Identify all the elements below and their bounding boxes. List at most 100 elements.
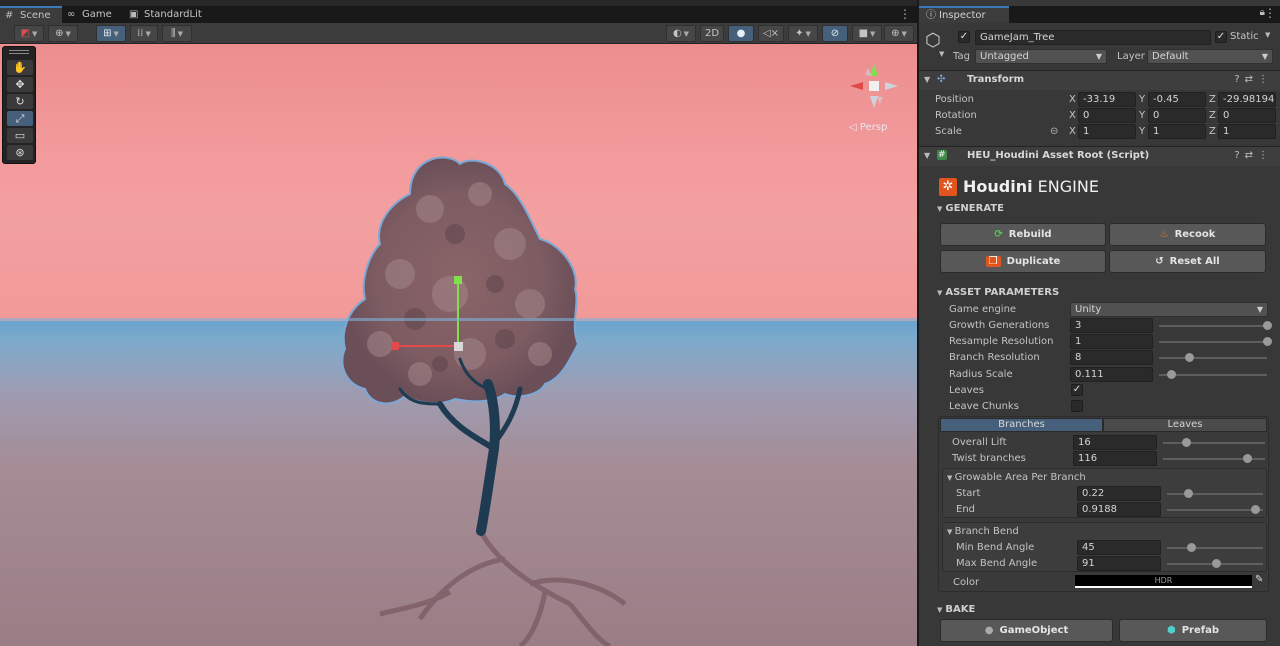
- more-options-icon[interactable]: ⋮: [899, 7, 911, 21]
- leave-chunks-label: Leave Chunks: [949, 401, 1019, 412]
- scale-tool[interactable]: ⤢: [7, 111, 33, 126]
- rotate-tool[interactable]: ↻: [7, 94, 33, 109]
- game-engine-dropdown[interactable]: Unity ▼: [1070, 302, 1268, 317]
- asset-param-field[interactable]: 8: [1070, 350, 1153, 366]
- growable-param-slider[interactable]: [1167, 509, 1263, 512]
- growable-param-field[interactable]: 0.22: [1077, 486, 1161, 501]
- asset-param-slider-knob[interactable]: [1263, 321, 1272, 330]
- chevron-down-icon[interactable]: ▼: [939, 50, 944, 58]
- reset-all-button[interactable]: ↺ Reset All: [1109, 250, 1266, 273]
- tab-inspector[interactable]: ⓘ Inspector: [919, 6, 1009, 23]
- game-engine-label: Game engine: [949, 304, 1017, 315]
- palette-grip[interactable]: [9, 50, 29, 54]
- branch-param-field[interactable]: 116: [1073, 451, 1157, 467]
- branch-bend-title[interactable]: ▼ Branch Bend: [947, 526, 1019, 537]
- leaves-checkbox[interactable]: ✓: [1071, 384, 1083, 396]
- leave-chunks-checkbox[interactable]: [1071, 400, 1083, 412]
- hand-tool[interactable]: ✋: [7, 60, 33, 75]
- asset-parameters-section[interactable]: ▼ ASSET PARAMETERS: [937, 287, 1059, 298]
- tab-scene-label: Scene: [20, 10, 51, 21]
- orientation-gizmo[interactable]: [846, 58, 902, 114]
- increment-snap-dropdown[interactable]: ⫼ ▼: [162, 25, 192, 42]
- scale-x-field[interactable]: 1: [1078, 124, 1136, 139]
- scene-visibility-toggle[interactable]: ⊘: [822, 25, 848, 42]
- scale-z-field[interactable]: 1: [1218, 124, 1276, 139]
- bend-param-slider-knob[interactable]: [1187, 543, 1196, 552]
- bake-section[interactable]: ▼ BAKE: [937, 604, 975, 615]
- growable-area-title[interactable]: ▼ Growable Area Per Branch: [947, 472, 1086, 483]
- render-mode-dropdown[interactable]: ⊕ ▼: [48, 25, 78, 42]
- active-checkbox[interactable]: ✓: [958, 31, 970, 43]
- tab-standardlit[interactable]: ▣ StandardLit: [124, 6, 208, 23]
- camera-dropdown[interactable]: ■ ▼: [852, 25, 882, 42]
- bend-param-field[interactable]: 45: [1077, 540, 1161, 555]
- rotation-y-field[interactable]: 0: [1148, 108, 1206, 123]
- bake-prefab-button[interactable]: ⬢ Prefab: [1119, 619, 1267, 642]
- duplicate-button[interactable]: ❐ Duplicate: [940, 250, 1106, 273]
- rotation-x-field[interactable]: 0: [1078, 108, 1136, 123]
- rebuild-button[interactable]: ⟳ Rebuild: [940, 223, 1106, 246]
- transform-header[interactable]: ▼ ✣ Transform ?⇄⋮: [919, 70, 1280, 90]
- asset-param-slider-knob[interactable]: [1185, 353, 1195, 363]
- asset-param-field[interactable]: 3: [1070, 318, 1153, 333]
- component-icons[interactable]: ?⇄⋮: [1234, 74, 1273, 85]
- scene-viewport[interactable]: ✋ ✥ ↻ ⤢ ▭ ⊛ ◁ Persp: [0, 44, 917, 646]
- growable-param-slider[interactable]: [1167, 493, 1263, 495]
- asset-param-slider-knob[interactable]: [1263, 337, 1272, 347]
- bake-gameobject-button[interactable]: ● GameObject: [940, 619, 1113, 642]
- more-options-icon[interactable]: ⋮: [1264, 6, 1276, 20]
- position-y-field[interactable]: -0.45: [1148, 92, 1206, 107]
- move-tool[interactable]: ✥: [7, 77, 33, 92]
- draw-mode-dropdown[interactable]: ◩ ▼: [14, 25, 44, 42]
- asset-param-field[interactable]: 0.111: [1070, 366, 1153, 382]
- tag-dropdown[interactable]: Untagged ▼: [975, 49, 1107, 64]
- branch-param-slider-knob[interactable]: [1242, 454, 1252, 464]
- houdini-engine-logo: Houdini ENGINE: [963, 177, 1099, 196]
- asset-param-slider[interactable]: [1159, 325, 1267, 327]
- generate-section[interactable]: ▼ GENERATE: [937, 203, 1004, 214]
- static-dropdown-arrow[interactable]: ▼: [1265, 31, 1270, 39]
- script-header[interactable]: ▼ # HEU_Houdini Asset Root (Script) ?⇄⋮: [919, 146, 1280, 166]
- shading-mode-dropdown[interactable]: ◐ ▼: [666, 25, 696, 42]
- scale-y-field[interactable]: 1: [1148, 124, 1206, 139]
- bend-param-slider[interactable]: [1167, 547, 1263, 549]
- eyedropper-icon[interactable]: ✎: [1255, 574, 1263, 585]
- rect-tool[interactable]: ▭: [7, 128, 33, 143]
- branch-param-field[interactable]: 16: [1073, 435, 1157, 450]
- logo-rest: ENGINE: [1032, 177, 1099, 196]
- tab-game[interactable]: ∞ Game: [62, 6, 124, 23]
- lighting-toggle-button[interactable]: ●: [728, 25, 754, 42]
- recook-button[interactable]: ♨ Recook: [1109, 223, 1266, 246]
- grid-snap-dropdown[interactable]: ⊞ ▼: [96, 25, 126, 42]
- color-swatch[interactable]: HDR: [1075, 575, 1252, 588]
- tab-scene[interactable]: # Scene: [0, 6, 62, 23]
- position-x-field[interactable]: -33.19: [1078, 92, 1136, 107]
- fold-arrow-icon: ▼: [937, 606, 943, 614]
- growable-param-label: Start: [956, 488, 981, 499]
- rotate-icon: ↻: [15, 95, 25, 108]
- asset-param-slider-knob[interactable]: [1166, 369, 1176, 379]
- gizmos-dropdown[interactable]: ⊕ ▼: [884, 25, 914, 42]
- grid-visibility-dropdown[interactable]: ⁞⁞ ▼: [130, 25, 158, 42]
- layer-dropdown[interactable]: Default ▼: [1147, 49, 1273, 64]
- asset-param-slider[interactable]: [1159, 357, 1267, 360]
- effects-dropdown[interactable]: ✦ ▼: [788, 25, 818, 42]
- rotation-z-field[interactable]: 0: [1218, 108, 1276, 123]
- toggle-2d-button[interactable]: 2D: [700, 25, 724, 42]
- asset-param-field[interactable]: 1: [1070, 334, 1153, 350]
- link-icon[interactable]: ⊝: [1050, 126, 1058, 137]
- static-checkbox[interactable]: ✓: [1215, 31, 1227, 43]
- branch-param-slider[interactable]: [1163, 442, 1265, 444]
- position-z-field[interactable]: -29.98194: [1218, 92, 1276, 107]
- asset-param-slider[interactable]: [1159, 341, 1267, 344]
- tab-branches[interactable]: Branches: [940, 418, 1103, 432]
- color-hdr-label: HDR: [1154, 576, 1173, 585]
- tab-leaves[interactable]: Leaves: [1103, 418, 1267, 432]
- audio-toggle-button[interactable]: ◁×: [758, 25, 784, 42]
- persp-label[interactable]: ◁ Persp: [849, 122, 887, 133]
- component-icons[interactable]: ?⇄⋮: [1234, 150, 1273, 161]
- transform-tool[interactable]: ⊛: [7, 145, 33, 160]
- bend-param-field[interactable]: 91: [1077, 556, 1161, 572]
- object-name-field[interactable]: GameJam_Tree: [975, 30, 1211, 45]
- growable-param-field[interactable]: 0.9188: [1077, 502, 1161, 518]
